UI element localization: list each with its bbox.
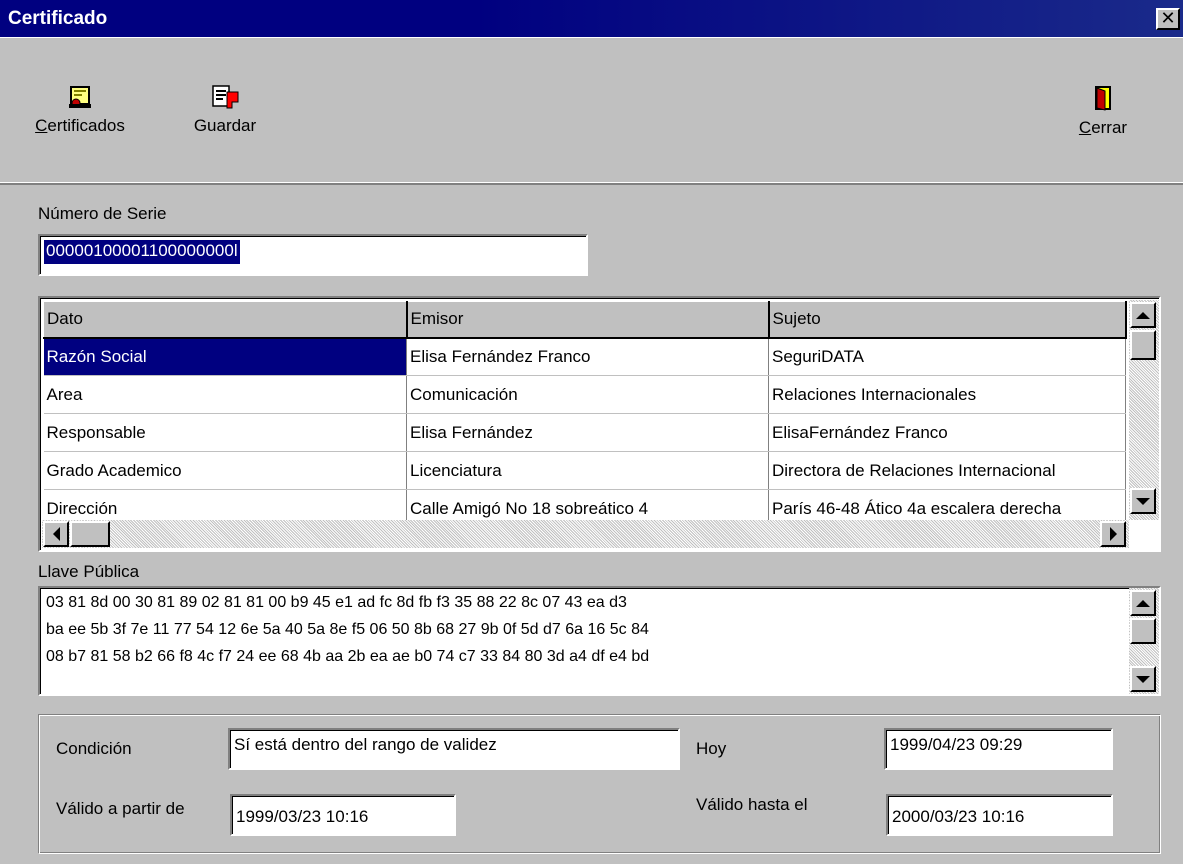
table-row[interactable]: Grado Academico Licenciatura Directora d…	[43, 451, 1126, 490]
arrow-down-icon	[1136, 675, 1150, 683]
grid-cell[interactable]: Licenciatura	[406, 451, 769, 490]
grid-cell[interactable]: Relaciones Internacionales	[768, 375, 1126, 414]
serial-number-field[interactable]: 00000100001100000000l	[38, 234, 588, 276]
public-key-line: ba ee 5b 3f 7e 11 77 54 12 6e 5a 40 5a 8…	[46, 621, 649, 638]
valido-hasta-label: Válido hasta el	[696, 795, 808, 814]
valido-desde-label: Válido a partir de	[56, 799, 185, 818]
table-row[interactable]: Responsable Elisa Fernández ElisaFernánd…	[43, 413, 1126, 452]
condicion-field[interactable]: Sí está dentro del rango de validez	[228, 728, 680, 770]
valido-desde-value: 1999/03/23 10:16	[236, 807, 369, 826]
hoy-label: Hoy	[696, 739, 727, 758]
key-scroll-down-button[interactable]	[1130, 666, 1156, 692]
condicion-label: Condición	[56, 739, 132, 758]
arrow-up-icon	[1136, 311, 1150, 319]
grid-cell[interactable]: Elisa Fernández Franco	[406, 337, 769, 376]
grid-cell[interactable]: Area	[43, 375, 407, 414]
column-header-emisor[interactable]: Emisor	[406, 301, 770, 339]
key-scroll-up-button[interactable]	[1130, 590, 1156, 616]
table-row[interactable]: Razón Social Elisa Fernández Franco Segu…	[43, 337, 1126, 376]
valido-hasta-value: 2000/03/23 10:16	[892, 807, 1025, 826]
grid-header-row: Dato Emisor Sujeto	[43, 301, 1127, 339]
cerrar-button[interactable]: Cerrar	[1068, 84, 1138, 138]
valido-desde-field[interactable]: 1999/03/23 10:16	[230, 794, 456, 836]
column-header-dato[interactable]: Dato	[43, 301, 408, 339]
grid-horizontal-scrollbar[interactable]	[42, 520, 1129, 548]
grid-cell[interactable]: Elisa Fernández	[406, 413, 769, 452]
certificados-button[interactable]: Certificados	[18, 84, 142, 136]
grid-cell[interactable]: Grado Academico	[43, 451, 407, 490]
save-icon	[212, 85, 239, 109]
hoy-value: 1999/04/23 09:29	[890, 735, 1023, 754]
grid-cell[interactable]: Directora de Relaciones Internacional	[768, 451, 1126, 490]
public-key-label: Llave Pública	[38, 562, 140, 581]
exit-door-icon	[1095, 86, 1111, 111]
valido-hasta-field[interactable]: 2000/03/23 10:16	[886, 794, 1113, 836]
public-key-line: 08 b7 81 58 b2 66 f8 4c f7 24 ee 68 4b a…	[46, 648, 650, 665]
title-bar: Certificado ✕	[0, 0, 1183, 37]
grid-cell[interactable]: SeguriDATA	[768, 337, 1126, 376]
serial-number-label: Número de Serie	[38, 204, 167, 223]
window-title: Certificado	[8, 7, 108, 29]
grid-scroll-down-button[interactable]	[1130, 488, 1156, 514]
guardar-label: Guardar	[193, 116, 257, 135]
column-header-sujeto[interactable]: Sujeto	[768, 301, 1127, 339]
public-key-line: 03 81 8d 00 30 81 89 02 81 81 00 b9 45 e…	[46, 594, 627, 611]
grid-scroll-left-button[interactable]	[43, 521, 69, 547]
certificate-data-grid[interactable]: Dato Emisor Sujeto Razón Social Elisa Fe…	[38, 296, 1161, 552]
close-icon: ✕	[1160, 8, 1176, 28]
arrow-down-icon	[1136, 497, 1150, 505]
condicion-value: Sí está dentro del rango de validez	[234, 735, 497, 754]
grid-vertical-thumb[interactable]	[1130, 330, 1156, 360]
arrow-left-icon	[52, 527, 60, 541]
grid-scroll-right-button[interactable]	[1100, 521, 1126, 547]
grid-scroll-up-button[interactable]	[1130, 302, 1156, 328]
grid-horizontal-thumb[interactable]	[70, 521, 110, 547]
key-scroll-thumb[interactable]	[1130, 618, 1156, 644]
grid-cell[interactable]: Comunicación	[406, 375, 769, 414]
cerrar-label: Cerrar	[1078, 118, 1128, 137]
grid-cell[interactable]: Razón Social	[43, 337, 407, 376]
grid-cell[interactable]: Responsable	[43, 413, 407, 452]
toolbar: Certificados Guardar Cerrar	[0, 37, 1183, 185]
public-key-textarea[interactable]: 03 81 8d 00 30 81 89 02 81 81 00 b9 45 e…	[38, 586, 1161, 696]
certificados-label: Certificados	[35, 116, 125, 135]
close-button[interactable]: ✕	[1156, 8, 1180, 30]
hoy-field[interactable]: 1999/04/23 09:29	[884, 728, 1113, 770]
arrow-up-icon	[1136, 599, 1150, 607]
guardar-button[interactable]: Guardar	[180, 84, 270, 136]
serial-number-value: 00000100001100000000l	[44, 240, 240, 264]
grid-table: Dato Emisor Sujeto Razón Social Elisa Fe…	[43, 301, 1127, 528]
table-row[interactable]: Area Comunicación Relaciones Internacion…	[43, 375, 1126, 414]
grid-cell[interactable]: ElisaFernández Franco	[768, 413, 1126, 452]
arrow-right-icon	[1109, 527, 1117, 541]
certificate-icon	[69, 86, 91, 108]
